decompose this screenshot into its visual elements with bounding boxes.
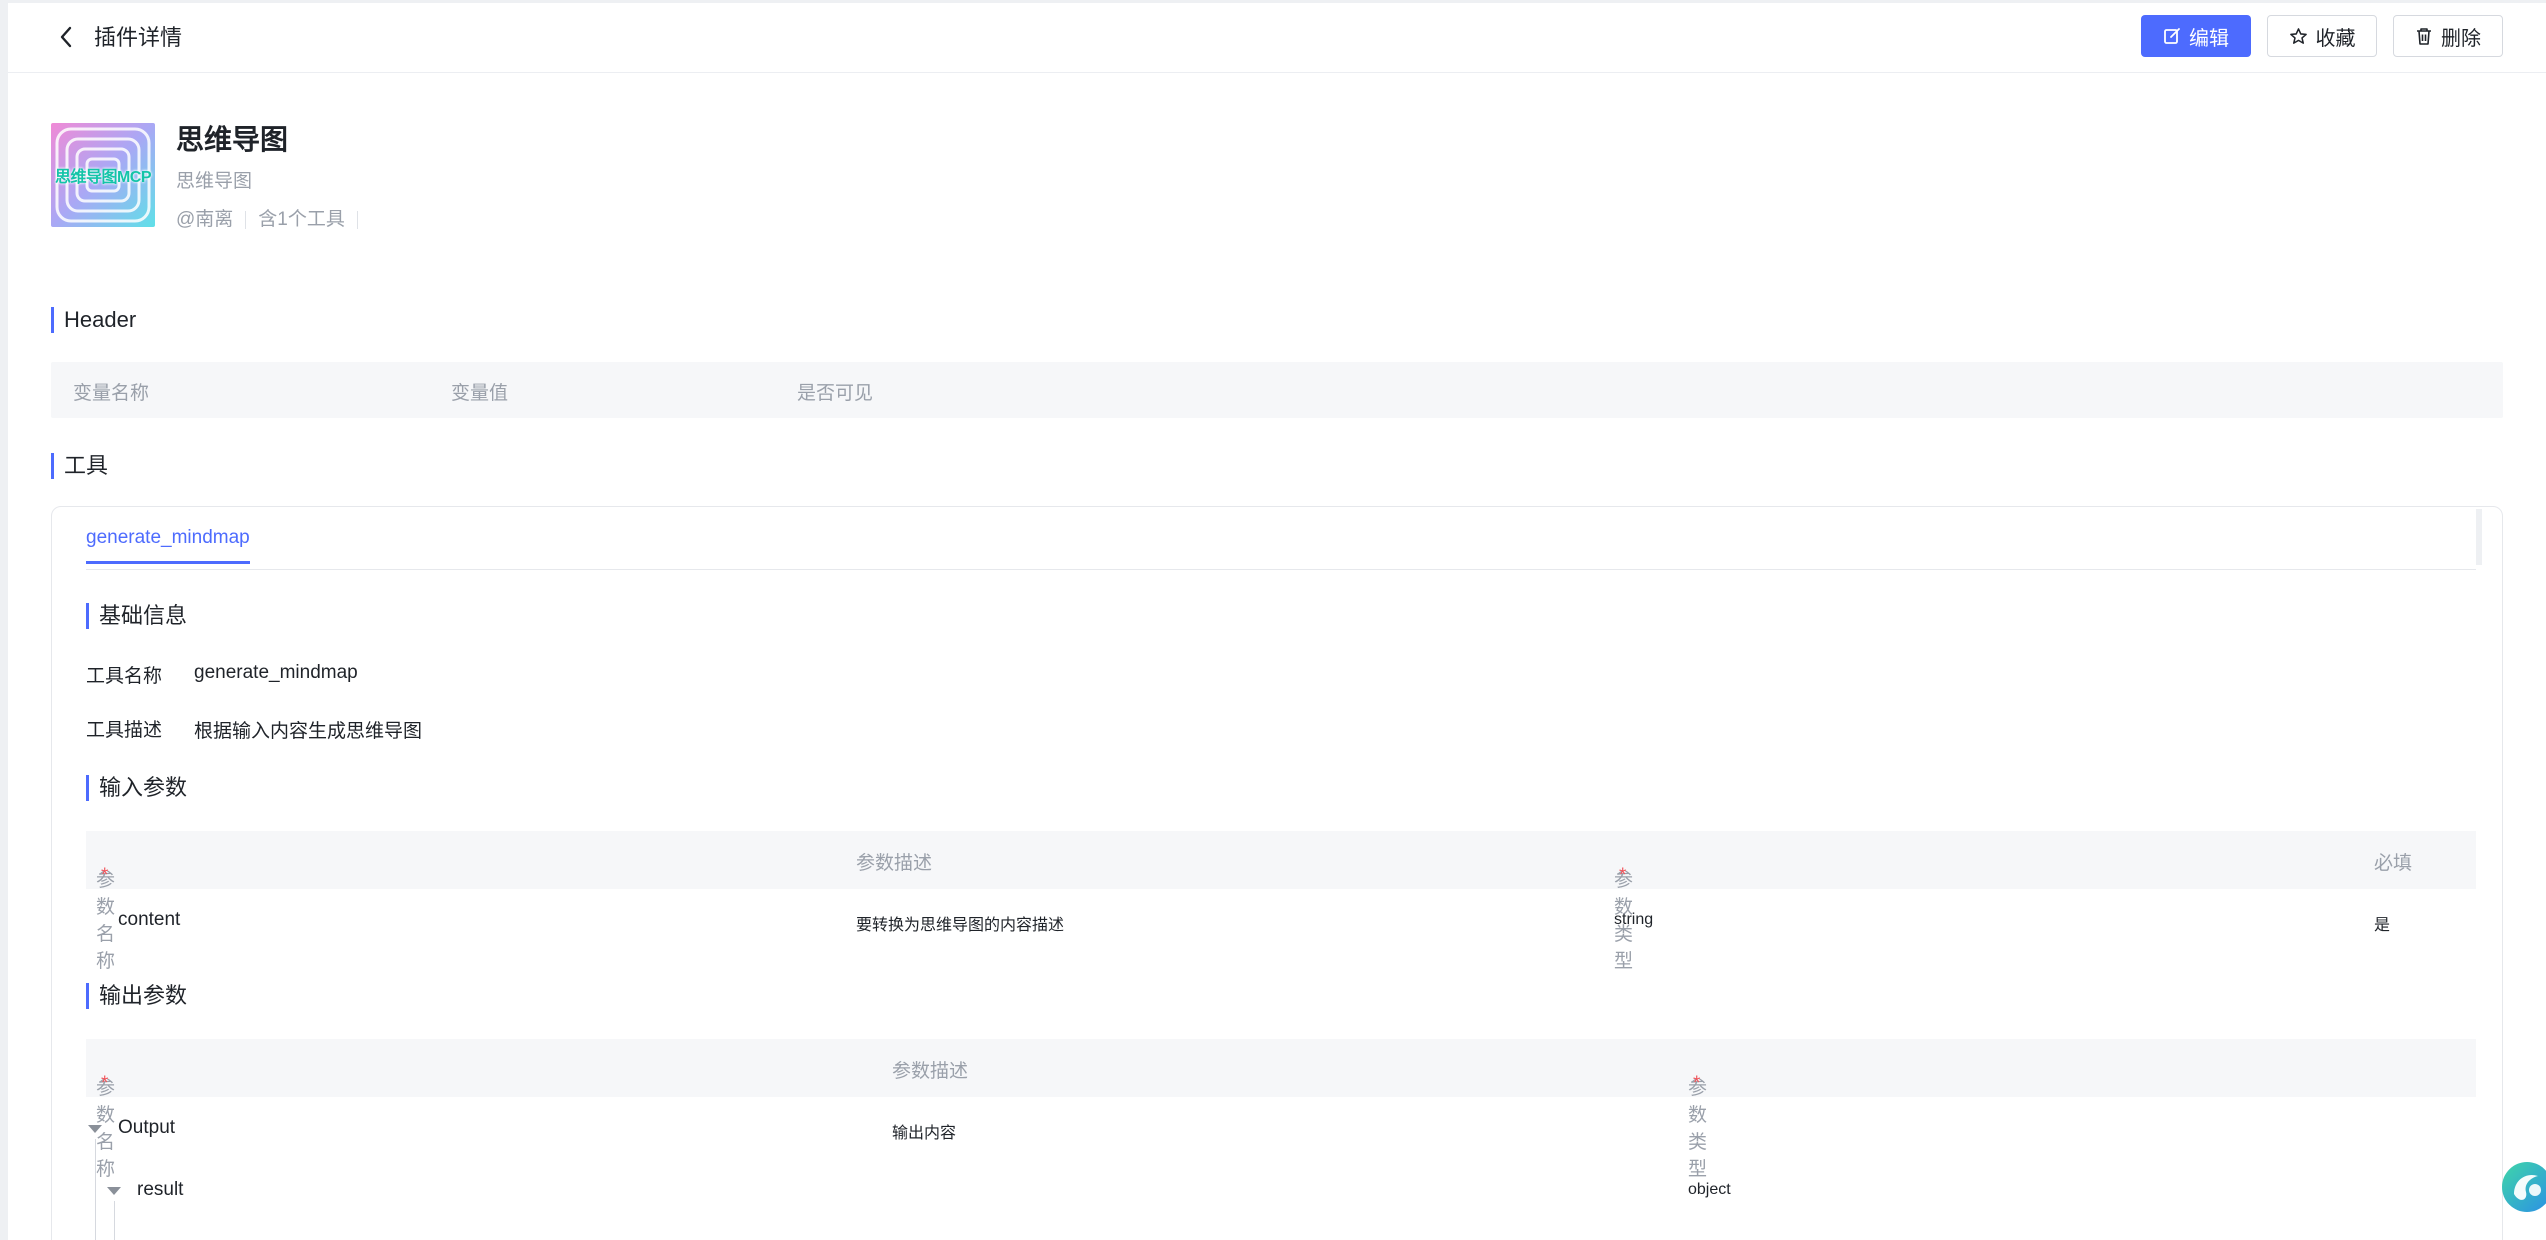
output-params-title: 输出参数 [86,983,187,1009]
logo-text: 思维导图MCP [54,169,152,186]
edit-button[interactable]: 编辑 [2141,15,2251,57]
favorite-button[interactable]: 收藏 [2267,15,2377,57]
chevron-left-icon [60,26,72,48]
tab-scrollbar[interactable] [2476,509,2482,565]
column-header: 参数描述 [892,1061,969,1082]
param-name: Output [118,1117,176,1138]
plugin-subtitle: 思维导图 [176,171,253,192]
param-required: 是 [2374,917,2391,934]
required-mark: * [101,1073,109,1094]
plugin-tool-count: 含1个工具 [258,209,345,230]
trash-icon [2417,27,2431,45]
tool-name-label: 工具名称 [86,666,163,687]
param-name: content [118,909,181,930]
param-type: string [1614,911,1654,928]
required-mark: * [1619,865,1627,886]
param-description: 输出内容 [892,1125,957,1142]
meta-divider [356,211,358,229]
caret-down-icon[interactable] [88,1125,102,1133]
input-params-title: 输入参数 [86,775,187,801]
delete-button-label: 删除 [2441,27,2481,50]
required-mark: * [101,865,109,886]
tool-desc-value: 根据输入内容生成思维导图 [194,721,423,742]
tree-line [95,1139,96,1240]
plugin-detail-page: 插件详情 编辑 收藏 删除 思维导图MCP 思维导图 思维导图 @南离 含1个工… [8,3,2546,1240]
plugin-author: @南离 [176,209,234,230]
param-name: result [137,1179,184,1200]
delete-button[interactable]: 删除 [2393,15,2503,57]
plugin-logo: 思维导图MCP [51,123,155,227]
header-section-title: Header [51,307,136,333]
column-header: 必填 [2374,853,2413,874]
favorite-button-label: 收藏 [2315,27,2356,50]
output-params-table-header: 参数名称 * 参数描述 参数类型 * [86,1039,2476,1180]
tab-generate-mindmap[interactable]: generate_mindmap [86,527,250,564]
column-header: 变量值 [451,383,509,404]
tools-card: generate_mindmap 基础信息 工具名称 generate_mind… [51,506,2503,1240]
column-header: 是否可见 [797,383,874,404]
basic-info-title: 基础信息 [86,603,187,629]
param-description: 要转换为思维导图的内容描述 [856,917,1065,934]
caret-down-icon[interactable] [107,1187,121,1195]
column-header: 参数描述 [856,853,933,874]
top-bar: 插件详情 编辑 收藏 删除 [8,3,2546,73]
param-type: object [1688,1181,1731,1198]
tree-line [114,1201,115,1240]
input-params-table-header: 参数名称 * 参数描述 参数类型 * 必填 [86,831,2476,972]
edit-icon [2164,28,2180,44]
back-button[interactable] [52,23,80,51]
star-icon [2289,27,2307,44]
tool-desc-label: 工具描述 [86,720,163,741]
header-variables-table: 变量名称 变量值 是否可见 [51,362,2503,418]
required-mark: * [1693,1073,1701,1094]
page-title: 插件详情 [94,25,183,50]
plugin-meta: @南离 含1个工具 [176,207,370,233]
tool-name-value: generate_mindmap [194,662,358,683]
meta-divider [245,211,247,229]
plugin-name: 思维导图 [176,124,289,155]
assistant-logo-icon[interactable] [2500,1160,2546,1214]
tool-tabs: generate_mindmap [86,507,2482,570]
column-header: 变量名称 [73,383,150,404]
tools-section-title: 工具 [51,453,108,479]
edit-button-label: 编辑 [2189,27,2229,50]
